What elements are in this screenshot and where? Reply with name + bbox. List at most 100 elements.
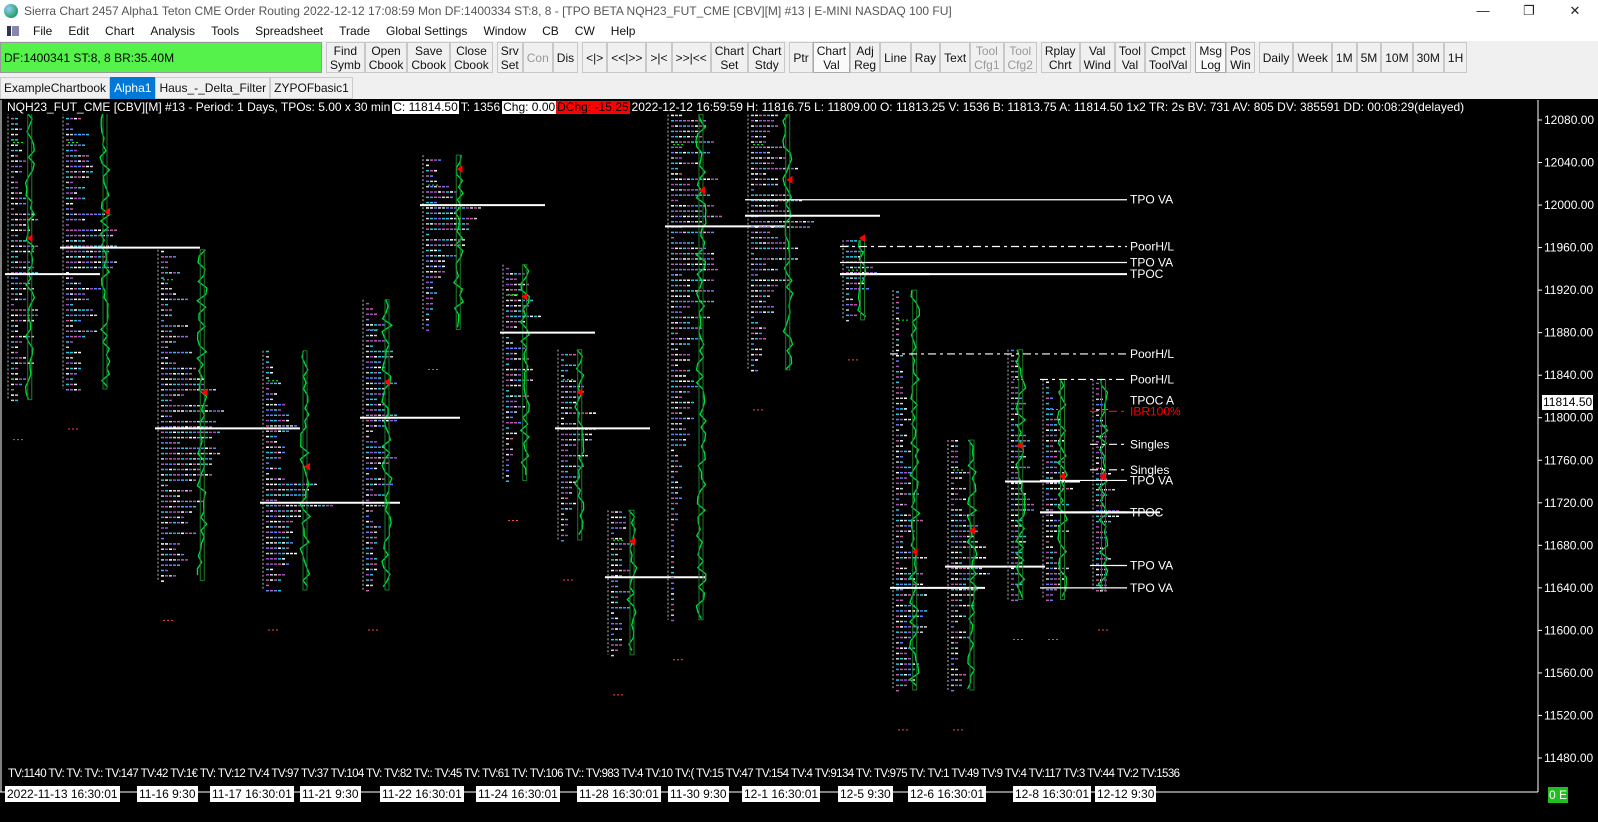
menu-global-settings[interactable]: Global Settings [378,24,475,38]
toolbar-msg-log-button[interactable]: Msg Log [1195,42,1227,73]
tpo-letter [955,493,958,495]
toolbar-daily-button[interactable]: Daily [1258,42,1294,73]
menu-trade[interactable]: Trade [331,24,378,38]
tpo-letter [205,452,208,455]
tpo-letter [266,387,269,390]
toolbar-chart-set-button[interactable]: Chart Set [710,42,749,73]
toolbar-chart-stdy-button[interactable]: Chart Stdy [748,42,786,73]
tpo-letter [573,364,576,367]
system-menu-icon[interactable] [7,26,19,36]
toolbar-adj-reg-button[interactable]: Adj Reg [850,42,881,73]
tpo-letter [189,436,192,439]
toolbar-ptr-button[interactable]: Ptr [789,42,813,73]
toolbar-val-wind-button[interactable]: Val Wind [1079,42,1115,73]
menu-file[interactable]: File [25,24,60,38]
tab-alpha1[interactable]: Alpha1 [110,77,156,99]
tpo-letter [173,511,176,513]
toolbar-pos-win-button[interactable]: Pos Win [1226,42,1255,73]
tpo-letter [751,327,754,329]
tpo-letter [430,196,433,199]
tpo-letter [370,382,373,385]
tab-haus-delta-filter[interactable]: Haus_-_Delta_Filter [155,77,271,99]
toolbar-cmpct-toolval-button[interactable]: Cmpct ToolVal [1144,42,1192,73]
tpo-letter [763,135,766,138]
tpo-letter [82,213,85,216]
tpo-letter [430,292,433,294]
tpo-letter [679,359,682,361]
toolbar-chart-val-button[interactable]: Chart Val [812,42,851,73]
toolbar-open-cbook-button[interactable]: Open Cbook [364,42,408,73]
menu-cw[interactable]: CW [567,24,603,38]
restore-button[interactable]: ❐ [1506,0,1552,21]
close-button[interactable]: ✕ [1552,0,1598,21]
toolbar-line-button[interactable]: Line [880,42,911,73]
tpo-letter [561,438,564,441]
menu-window[interactable]: Window [475,24,534,38]
toolbar-tool-val-button[interactable]: Tool Val [1114,42,1145,73]
tab-zypofbasic1[interactable]: ZYPOFbasic1 [270,77,353,99]
tpo-letter [366,483,369,486]
toolbar-30m-button[interactable]: 30M [1412,42,1444,73]
minimize-button[interactable]: — [1460,0,1506,21]
tpo-letter [394,457,397,459]
toolbar-close-cbook-button[interactable]: Close Cbook [450,42,493,73]
toolbar-1h-button[interactable]: 1H [1443,42,1468,73]
tpo-letter [759,290,762,292]
toolbar-ray-button[interactable]: Ray [910,42,941,73]
tpo-letter [675,322,678,324]
tpo-letter [374,419,377,422]
toolbar-button[interactable]: >>|<< [671,42,711,73]
tpo-letter [779,226,782,228]
toolbar-con-button[interactable]: Con [522,42,553,73]
tpo-letter [1096,552,1099,555]
tpo-letter [78,240,81,242]
tpo-letter [274,478,277,480]
toolbar-button[interactable]: <<|>> [607,42,647,73]
tpo-letter [446,207,449,209]
toolbar-rplay-chrt-button[interactable]: Rplay Chrt [1040,42,1080,73]
toolbar-dis-button[interactable]: Dis [552,42,579,73]
menu-tools[interactable]: Tools [203,24,247,38]
tpo-letter [11,160,14,162]
order-entry-badge[interactable]: 0 E [1548,787,1568,803]
tpo-chart[interactable]: 12080.0012040.0012000.0011960.0011920.00… [0,100,1598,819]
menu-edit[interactable]: Edit [60,24,97,38]
menu-help[interactable]: Help [603,24,644,38]
chart-area[interactable]: 12080.00 12040.00 12000.00 11960.00 11920.00… [0,100,1598,819]
tpo-letter [679,465,682,468]
menu-cb[interactable]: CB [534,24,567,38]
toolbar-srv-set-button[interactable]: Srv Set [496,42,523,73]
tpo-letter [679,189,682,191]
tpo-letter [270,446,273,448]
toolbar-find-symb-button[interactable]: Find Symb [326,42,365,73]
tpo-letter [270,393,273,395]
tpo-letter [1054,471,1057,474]
tpo-letter [751,348,754,351]
tpo-letter [161,399,164,402]
tpo-letter [278,488,281,491]
toolbar-text-button[interactable]: Text [940,42,971,73]
tab-examplechartbook[interactable]: ExampleChartbook [0,77,111,99]
toolbar-button[interactable]: <|> [582,42,608,73]
toolbar-save-cbook-button[interactable]: Save Cbook [407,42,451,73]
toolbar-5m-button[interactable]: 5M [1356,42,1382,73]
tpo-letter [11,234,14,237]
tpo-letter [683,135,686,138]
tpo-letter [900,679,903,681]
toolbar-1m-button[interactable]: 1M [1331,42,1357,73]
tpo-letter [86,234,89,237]
toolbar-tool-cfg1-button[interactable]: Tool Cfg1 [970,42,1004,73]
tpo-letter [963,583,966,586]
menu-chart[interactable]: Chart [97,24,142,38]
toolbar-tool-cfg2-button[interactable]: Tool Cfg2 [1003,42,1037,73]
toolbar-week-button[interactable]: Week [1293,42,1332,73]
tpo-letter [278,446,281,448]
tpo-letter [1054,456,1057,458]
tpo-letter [675,391,678,393]
tpo-letter [771,162,774,165]
tpo-letter [955,684,958,687]
menu-spreadsheet[interactable]: Spreadsheet [247,24,331,38]
toolbar-10m-button[interactable]: 10M [1381,42,1413,73]
menu-analysis[interactable]: Analysis [142,24,203,38]
toolbar-button[interactable]: >|< [646,42,672,73]
